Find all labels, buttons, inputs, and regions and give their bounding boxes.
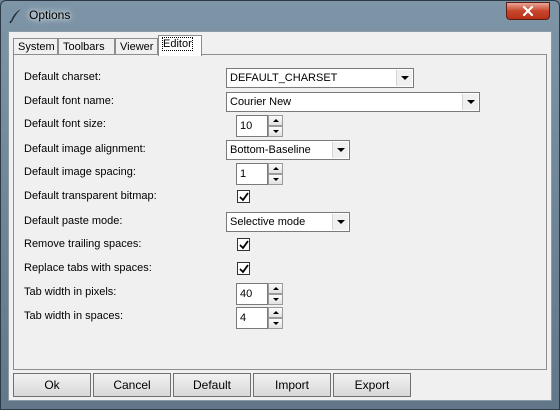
spin-down-button[interactable] (268, 294, 283, 305)
title-bar[interactable]: Options (1, 1, 559, 31)
image-spacing-label: Default image spacing: (24, 166, 136, 178)
font-size-label: Default font size: (24, 118, 106, 130)
tab-width-pixels-row: Tab width in pixels: 40 (24, 283, 544, 305)
paste-mode-label: Default paste mode: (24, 215, 123, 227)
paste-mode-select[interactable]: Selective mode (226, 212, 350, 232)
window-title: Options (29, 8, 71, 22)
replace-tabs-checkbox[interactable] (237, 262, 250, 275)
font-size-field[interactable]: 10 (236, 115, 268, 137)
font-name-select[interactable]: Courier New (226, 92, 480, 112)
image-alignment-select[interactable]: Bottom-Baseline (226, 140, 350, 160)
tab-width-pixels-field[interactable]: 40 (236, 283, 268, 305)
checkmark-icon (239, 240, 249, 250)
charset-select[interactable]: DEFAULT_CHARSET (226, 68, 414, 88)
tab-width-pixels-spinner: 40 (236, 283, 284, 305)
tab-width-spaces-row: Tab width in spaces: 4 (24, 307, 544, 329)
font-name-row: Default font name: Courier New (24, 92, 544, 112)
export-button[interactable]: Export (333, 373, 411, 397)
button-bar: Ok Cancel Default Import Export (13, 373, 547, 397)
paste-mode-row: Default paste mode: Selective mode (24, 212, 544, 232)
spin-down-button[interactable] (268, 174, 283, 185)
options-window: Options System Toolbars Viewer Editor De… (0, 0, 560, 410)
feather-icon (8, 8, 24, 24)
spin-down-button[interactable] (268, 318, 283, 329)
ok-button[interactable]: Ok (13, 373, 91, 397)
spin-up-button[interactable] (268, 163, 283, 174)
charset-label: Default charset: (24, 71, 102, 83)
editor-panel: Default charset: DEFAULT_CHARSET Default… (13, 54, 547, 370)
font-size-row: Default font size: 10 (24, 115, 544, 137)
tab-viewer[interactable]: Viewer (115, 38, 158, 55)
image-spacing-row: Default image spacing: 1 (24, 163, 544, 185)
remove-trailing-row: Remove trailing spaces: (24, 235, 544, 255)
close-button[interactable] (506, 2, 550, 20)
spin-down-button[interactable] (268, 126, 283, 137)
tab-width-spaces-field[interactable]: 4 (236, 307, 268, 329)
spin-up-button[interactable] (268, 307, 283, 318)
image-alignment-value: Bottom-Baseline (230, 144, 311, 156)
tab-toolbars[interactable]: Toolbars (58, 38, 115, 55)
transparent-bitmap-label: Default transparent bitmap: (24, 190, 157, 202)
transparent-bitmap-row: Default transparent bitmap: (24, 187, 544, 207)
tab-width-spaces-label: Tab width in spaces: (24, 310, 124, 322)
checkmark-icon (239, 264, 249, 274)
close-x-icon (522, 6, 534, 16)
tab-width-spaces-spinner: 4 (236, 307, 284, 329)
font-name-label: Default font name: (24, 95, 114, 107)
image-alignment-row: Default image alignment: Bottom-Baseline (24, 140, 544, 160)
client-area: System Toolbars Viewer Editor Default ch… (8, 31, 552, 401)
image-alignment-label: Default image alignment: (24, 143, 146, 155)
cancel-button[interactable]: Cancel (93, 373, 171, 397)
chevron-down-icon[interactable] (332, 214, 348, 230)
font-name-value: Courier New (230, 96, 292, 108)
replace-tabs-label: Replace tabs with spaces: (24, 262, 152, 274)
tab-width-pixels-label: Tab width in pixels: (24, 286, 117, 298)
charset-value: DEFAULT_CHARSET (230, 72, 338, 84)
image-spacing-field[interactable]: 1 (236, 163, 268, 185)
tab-system[interactable]: System (13, 38, 58, 55)
paste-mode-value: Selective mode (230, 216, 306, 228)
chevron-down-icon[interactable] (332, 142, 348, 158)
font-size-spinner: 10 (236, 115, 284, 137)
transparent-bitmap-checkbox[interactable] (237, 190, 250, 203)
remove-trailing-checkbox[interactable] (237, 238, 250, 251)
spin-up-button[interactable] (268, 115, 283, 126)
chevron-down-icon[interactable] (396, 70, 412, 86)
remove-trailing-label: Remove trailing spaces: (24, 238, 142, 250)
replace-tabs-row: Replace tabs with spaces: (24, 259, 544, 279)
default-button[interactable]: Default (173, 373, 251, 397)
charset-row: Default charset: DEFAULT_CHARSET (24, 68, 544, 88)
spin-up-button[interactable] (268, 283, 283, 294)
image-spacing-spinner: 1 (236, 163, 284, 185)
tab-editor[interactable]: Editor (158, 35, 202, 56)
import-button[interactable]: Import (253, 373, 331, 397)
checkmark-icon (239, 192, 249, 202)
chevron-down-icon[interactable] (462, 94, 478, 110)
